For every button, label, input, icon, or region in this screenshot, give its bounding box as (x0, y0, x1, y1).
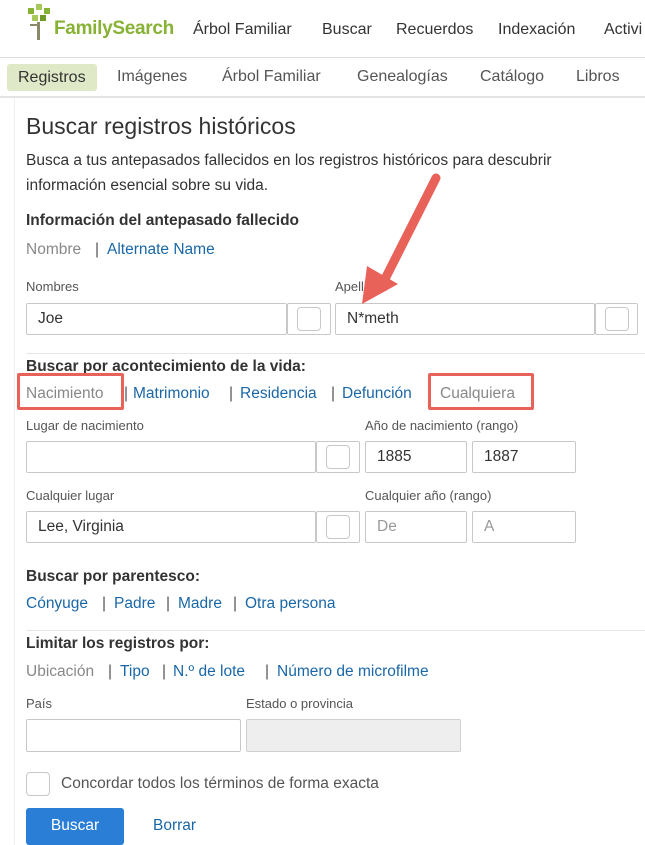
given-name-input[interactable]: Joe (26, 303, 287, 335)
separator: | (233, 595, 238, 612)
separator: | (229, 385, 234, 402)
given-name-exact-wrap (287, 303, 331, 335)
surname-exact-wrap (595, 303, 638, 335)
anyyear-to-input[interactable]: A (472, 511, 576, 543)
life-event-tab-marriage[interactable]: Matrimonio (133, 385, 210, 403)
limit-link-location[interactable]: Ubicación (26, 663, 94, 681)
highlight-box-any (428, 373, 534, 410)
state-label: Estado o provincia (246, 696, 353, 711)
nav-item-search[interactable]: Buscar (322, 21, 372, 39)
surname-exact-checkbox[interactable] (605, 307, 629, 331)
limit-link-batch[interactable]: N.º de lote (173, 663, 245, 681)
birthyear-label: Año de nacimiento (rango) (365, 418, 519, 433)
relationship-link-other[interactable]: Otra persona (245, 595, 335, 613)
birthyear-from-input[interactable]: 1885 (365, 441, 467, 473)
limit-section-title: Limitar los registros por: (26, 635, 210, 652)
intro-line-1: Busca a tus antepasados fallecidos en lo… (26, 152, 552, 169)
given-name-exact-checkbox[interactable] (297, 307, 321, 331)
name-mode-alternate[interactable]: Alternate Name (107, 241, 215, 259)
separator: | (166, 595, 171, 612)
search-subnav: Registros Imágenes Árbol Familiar Geneal… (0, 58, 645, 98)
anyplace-exact-checkbox[interactable] (326, 515, 350, 539)
separator: | (108, 663, 113, 680)
separator: | (162, 663, 167, 680)
nav-item-tree[interactable]: Árbol Familiar (193, 21, 292, 39)
content-border (14, 98, 15, 845)
country-input[interactable] (26, 719, 241, 752)
birthplace-input[interactable] (26, 441, 316, 473)
page-title: Buscar registros históricos (26, 113, 296, 139)
page-intro: Busca a tus antepasados fallecidos en lo… (26, 148, 626, 198)
intro-line-2: información esencial sobre su vida. (26, 177, 269, 194)
surname-label: Apellidos (335, 279, 388, 294)
life-event-tab-death[interactable]: Defunción (342, 385, 412, 403)
separator: | (265, 663, 270, 680)
clear-button[interactable]: Borrar (153, 817, 196, 835)
anyplace-exact-wrap (316, 511, 360, 543)
exact-match-checkbox[interactable] (26, 772, 50, 796)
state-input[interactable] (246, 719, 461, 752)
anyyear-label: Cualquier año (rango) (365, 488, 492, 503)
anyplace-input[interactable]: Lee, Virginia (26, 511, 316, 543)
anyyear-from-input[interactable]: De (365, 511, 467, 543)
brand-name: FamilySearch (54, 18, 174, 39)
subnav-item-images[interactable]: Imágenes (117, 68, 187, 86)
relationship-link-mother[interactable]: Madre (178, 595, 222, 613)
limit-link-microfilm[interactable]: Número de microfilme (277, 663, 429, 681)
separator: | (102, 595, 107, 612)
highlight-box-birth (17, 373, 124, 410)
section-divider (26, 353, 645, 354)
subnav-item-records[interactable]: Registros (7, 64, 97, 91)
birthplace-exact-wrap (316, 441, 360, 473)
life-event-tab-residence[interactable]: Residencia (240, 385, 317, 403)
familysearch-logo[interactable]: FamilySearch (26, 4, 174, 44)
subnav-item-genealogies[interactable]: Genealogías (357, 68, 448, 86)
subnav-item-catalog[interactable]: Catálogo (480, 68, 544, 86)
tree-logo-icon (28, 4, 50, 40)
top-header: FamilySearch Árbol Familiar Buscar Recue… (0, 0, 645, 58)
given-name-label: Nombres (26, 279, 79, 294)
relationship-link-spouse[interactable]: Cónyuge (26, 595, 88, 613)
birthplace-label: Lugar de nacimiento (26, 418, 144, 433)
name-mode-name[interactable]: Nombre (26, 241, 81, 259)
exact-match-label: Concordar todos los términos de forma ex… (61, 775, 379, 792)
anyplace-label: Cualquier lugar (26, 488, 115, 503)
subnav-item-books[interactable]: Libros (576, 68, 620, 86)
nav-item-memories[interactable]: Recuerdos (396, 21, 473, 39)
separator: | (95, 241, 100, 258)
section-divider (26, 630, 645, 631)
nav-item-indexing[interactable]: Indexación (498, 21, 575, 39)
search-button[interactable]: Buscar (26, 808, 124, 845)
birthplace-exact-checkbox[interactable] (326, 445, 350, 469)
surname-input[interactable]: N*meth (335, 303, 595, 335)
separator: | (331, 385, 336, 402)
relationship-link-father[interactable]: Padre (114, 595, 155, 613)
country-label: País (26, 696, 53, 711)
separator: | (124, 385, 129, 402)
birthyear-to-input[interactable]: 1887 (472, 441, 576, 473)
relationship-section-title: Buscar por parentesco: (26, 568, 200, 585)
ancestor-section-title: Información del antepasado fallecido (26, 212, 300, 229)
limit-link-type[interactable]: Tipo (120, 663, 150, 681)
nav-item-activities[interactable]: Activi (604, 21, 642, 39)
subnav-item-tree[interactable]: Árbol Familiar (222, 68, 321, 86)
